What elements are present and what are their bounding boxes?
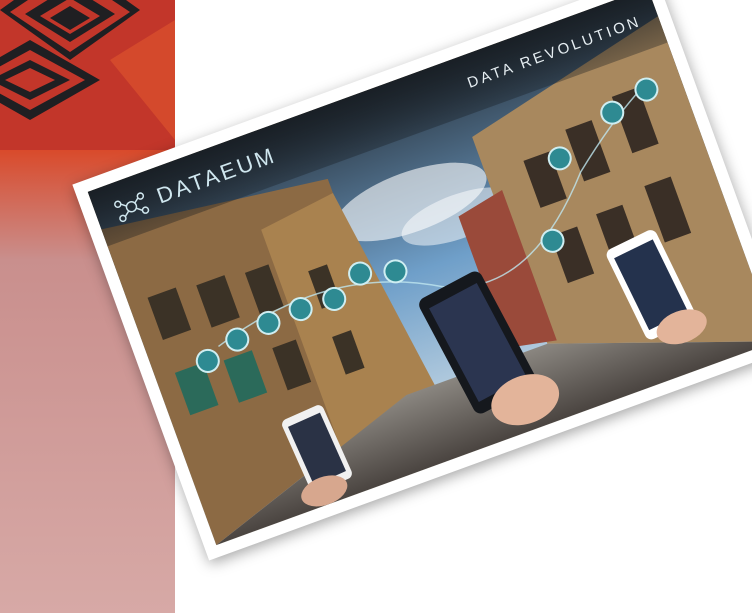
- street-photo: DATAEUM DATA REVOLUTION: [87, 0, 752, 546]
- fabric-pattern: [0, 0, 175, 150]
